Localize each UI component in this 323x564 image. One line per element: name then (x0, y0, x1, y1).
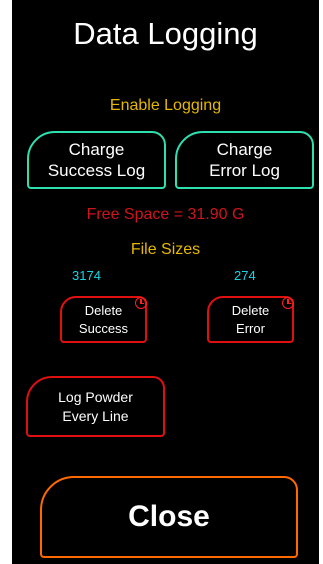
free-space-readout: Free Space = 31.90 G (86, 206, 245, 223)
enable-logging-label: Enable Logging (109, 97, 222, 114)
file-sizes-label: File Sizes (130, 241, 201, 258)
log-powder-every-line-button[interactable]: Log Powder Every Line (26, 376, 165, 437)
delete-success-button[interactable]: Delete Success (60, 296, 147, 343)
charge-success-log-button[interactable]: Charge Success Log (27, 131, 166, 189)
delete-success-control: Delete Success (60, 296, 147, 343)
clock-icon (282, 297, 294, 309)
charge-error-log-button[interactable]: Charge Error Log (175, 131, 314, 189)
clock-icon (135, 297, 147, 309)
delete-error-control: Delete Error (207, 296, 294, 343)
data-logging-screen: Data Logging Enable Logging Charge Succe… (12, 0, 319, 564)
success-file-size: 3174 (72, 268, 101, 283)
error-file-size: 274 (234, 268, 256, 283)
close-button[interactable]: Close (40, 476, 298, 558)
page-title: Data Logging (73, 16, 258, 51)
delete-error-button[interactable]: Delete Error (207, 296, 294, 343)
